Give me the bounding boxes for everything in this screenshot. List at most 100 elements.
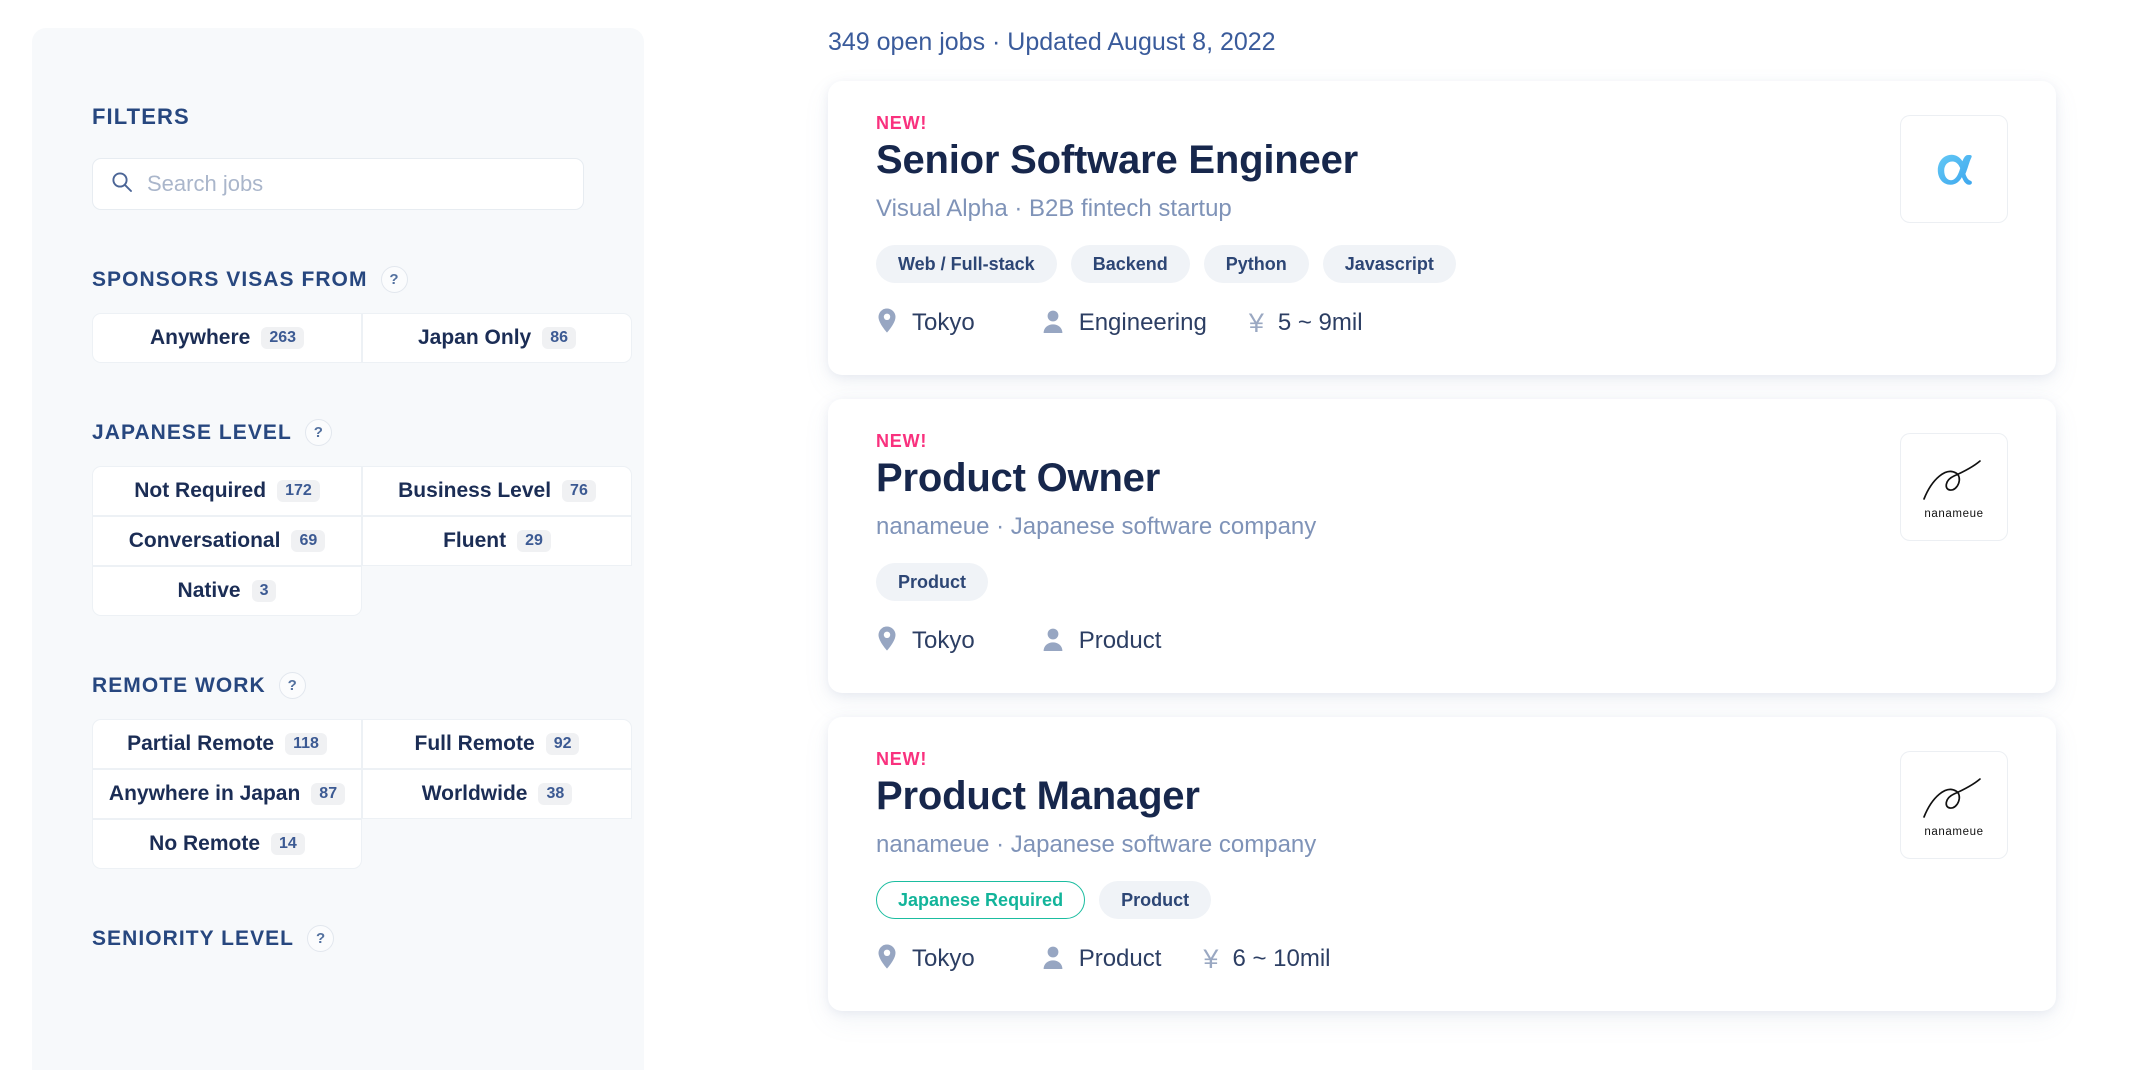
filter-count: 29 bbox=[517, 530, 551, 552]
filter-option-not-required[interactable]: Not Required 172 bbox=[92, 466, 362, 516]
job-meta-row: Tokyo Product bbox=[876, 625, 2008, 657]
job-tag-row: Web / Full-stack Backend Python Javascri… bbox=[876, 245, 2008, 283]
job-board-page: FILTERS SPONSORS VISAS FROM ? Anywhere 2… bbox=[0, 0, 2156, 1070]
filter-label: Native bbox=[178, 579, 241, 603]
section-label: SENIORITY LEVEL bbox=[92, 927, 294, 951]
section-header-seniority-level: SENIORITY LEVEL ? bbox=[92, 925, 584, 952]
job-meta-row: Tokyo Product ¥ 6 ~ 10mil bbox=[876, 943, 2008, 975]
yen-icon: ¥ bbox=[1249, 310, 1264, 337]
filter-label: Fluent bbox=[443, 529, 506, 553]
svg-text:nanameue: nanameue bbox=[1924, 508, 1983, 520]
filter-option-anywhere[interactable]: Anywhere 263 bbox=[92, 313, 362, 363]
filter-group-japanese-level: Not Required 172 Business Level 76 Conve… bbox=[92, 466, 632, 616]
help-icon[interactable]: ? bbox=[279, 672, 306, 699]
filter-count: 14 bbox=[271, 833, 305, 855]
filter-option-japan-only[interactable]: Japan Only 86 bbox=[362, 313, 632, 363]
job-card[interactable]: NEW! Product Owner nanameue · Japanese s… bbox=[828, 399, 2056, 693]
filter-option-anywhere-in-japan[interactable]: Anywhere in Japan 87 bbox=[92, 769, 362, 819]
job-card[interactable]: NEW! Senior Software Engineer Visual Alp… bbox=[828, 81, 2056, 375]
location-pin-icon bbox=[876, 625, 898, 657]
visual-alpha-logo-icon bbox=[1916, 131, 1992, 207]
job-card[interactable]: NEW! Product Manager nanameue · Japanese… bbox=[828, 717, 2056, 1011]
filter-label: Full Remote bbox=[415, 732, 535, 756]
filter-label: Partial Remote bbox=[127, 732, 274, 756]
job-title[interactable]: Senior Software Engineer bbox=[876, 138, 2008, 183]
filter-option-fluent[interactable]: Fluent 29 bbox=[362, 516, 632, 566]
job-tag[interactable]: Web / Full-stack bbox=[876, 245, 1057, 283]
job-company: nanameue · Japanese software company bbox=[876, 513, 2008, 541]
salary-text: 5 ~ 9mil bbox=[1278, 309, 1363, 337]
section-header-remote-work: REMOTE WORK ? bbox=[92, 672, 584, 699]
filter-label: No Remote bbox=[149, 832, 260, 856]
filter-label: Business Level bbox=[398, 479, 551, 503]
job-tag[interactable]: Backend bbox=[1071, 245, 1190, 283]
search-input[interactable] bbox=[147, 171, 565, 197]
job-tag-row: Japanese Required Product bbox=[876, 881, 2008, 919]
filter-grid-empty-cell bbox=[362, 819, 632, 869]
company-logo: nanameue bbox=[1900, 433, 2008, 541]
job-salary: ¥ 5 ~ 9mil bbox=[1249, 309, 1363, 337]
location-pin-icon bbox=[876, 943, 898, 975]
location-pin-icon bbox=[876, 307, 898, 339]
job-meta-row: Tokyo Engineering ¥ 5 ~ 9mil bbox=[876, 307, 2008, 339]
nanameue-logo-icon: nanameue bbox=[1912, 451, 1996, 523]
job-location: Tokyo bbox=[876, 943, 975, 975]
filter-option-business-level[interactable]: Business Level 76 bbox=[362, 466, 632, 516]
job-tag[interactable]: Product bbox=[876, 563, 988, 601]
person-icon bbox=[1041, 308, 1065, 339]
job-department: Product bbox=[1041, 944, 1162, 975]
filter-count: 87 bbox=[311, 783, 345, 805]
job-tag-row: Product bbox=[876, 563, 2008, 601]
job-location: Tokyo bbox=[876, 625, 975, 657]
filter-grid-empty-cell bbox=[362, 566, 632, 616]
filter-label: Conversational bbox=[129, 529, 281, 553]
help-icon[interactable]: ? bbox=[381, 266, 408, 293]
filter-option-partial-remote[interactable]: Partial Remote 118 bbox=[92, 719, 362, 769]
filter-group-remote-work: Partial Remote 118 Full Remote 92 Anywhe… bbox=[92, 719, 632, 869]
search-icon bbox=[111, 171, 133, 198]
company-logo: nanameue bbox=[1900, 751, 2008, 859]
job-title[interactable]: Product Owner bbox=[876, 456, 2008, 501]
new-badge: NEW! bbox=[876, 113, 2008, 134]
section-label: SPONSORS VISAS FROM bbox=[92, 268, 368, 292]
filters-heading: FILTERS bbox=[92, 104, 584, 130]
filter-label: Anywhere in Japan bbox=[109, 782, 300, 806]
location-text: Tokyo bbox=[912, 945, 975, 973]
job-salary: ¥ 6 ~ 10mil bbox=[1203, 945, 1330, 973]
filter-option-native[interactable]: Native 3 bbox=[92, 566, 362, 616]
filter-count: 76 bbox=[562, 480, 596, 502]
job-company: nanameue · Japanese software company bbox=[876, 831, 2008, 859]
filter-option-no-remote[interactable]: No Remote 14 bbox=[92, 819, 362, 869]
job-tag[interactable]: Javascript bbox=[1323, 245, 1456, 283]
help-icon[interactable]: ? bbox=[305, 419, 332, 446]
filter-count: 172 bbox=[277, 480, 320, 502]
job-location: Tokyo bbox=[876, 307, 975, 339]
filter-count: 3 bbox=[252, 580, 277, 602]
department-text: Engineering bbox=[1079, 309, 1207, 337]
section-label: JAPANESE LEVEL bbox=[92, 421, 292, 445]
filter-count: 69 bbox=[291, 530, 325, 552]
section-header-japanese-level: JAPANESE LEVEL ? bbox=[92, 419, 584, 446]
job-title[interactable]: Product Manager bbox=[876, 774, 2008, 819]
yen-icon: ¥ bbox=[1203, 946, 1218, 973]
filter-option-worldwide[interactable]: Worldwide 38 bbox=[362, 769, 632, 819]
job-tag-japanese-required[interactable]: Japanese Required bbox=[876, 881, 1085, 919]
section-label: REMOTE WORK bbox=[92, 674, 266, 698]
new-badge: NEW! bbox=[876, 431, 2008, 452]
location-text: Tokyo bbox=[912, 627, 975, 655]
filter-option-conversational[interactable]: Conversational 69 bbox=[92, 516, 362, 566]
help-icon[interactable]: ? bbox=[307, 925, 334, 952]
job-department: Engineering bbox=[1041, 308, 1207, 339]
filter-label: Not Required bbox=[134, 479, 266, 503]
job-results-panel: 349 open jobs · Updated August 8, 2022 N… bbox=[644, 0, 2156, 1070]
filter-count: 92 bbox=[546, 733, 580, 755]
job-tag[interactable]: Python bbox=[1204, 245, 1309, 283]
results-meta: 349 open jobs · Updated August 8, 2022 bbox=[828, 28, 2056, 57]
search-jobs-box[interactable] bbox=[92, 158, 584, 210]
filter-label: Worldwide bbox=[422, 782, 528, 806]
filters-sidebar: FILTERS SPONSORS VISAS FROM ? Anywhere 2… bbox=[32, 28, 644, 1070]
department-text: Product bbox=[1079, 945, 1162, 973]
job-tag[interactable]: Product bbox=[1099, 881, 1211, 919]
filter-option-full-remote[interactable]: Full Remote 92 bbox=[362, 719, 632, 769]
nanameue-logo-icon: nanameue bbox=[1912, 769, 1996, 841]
